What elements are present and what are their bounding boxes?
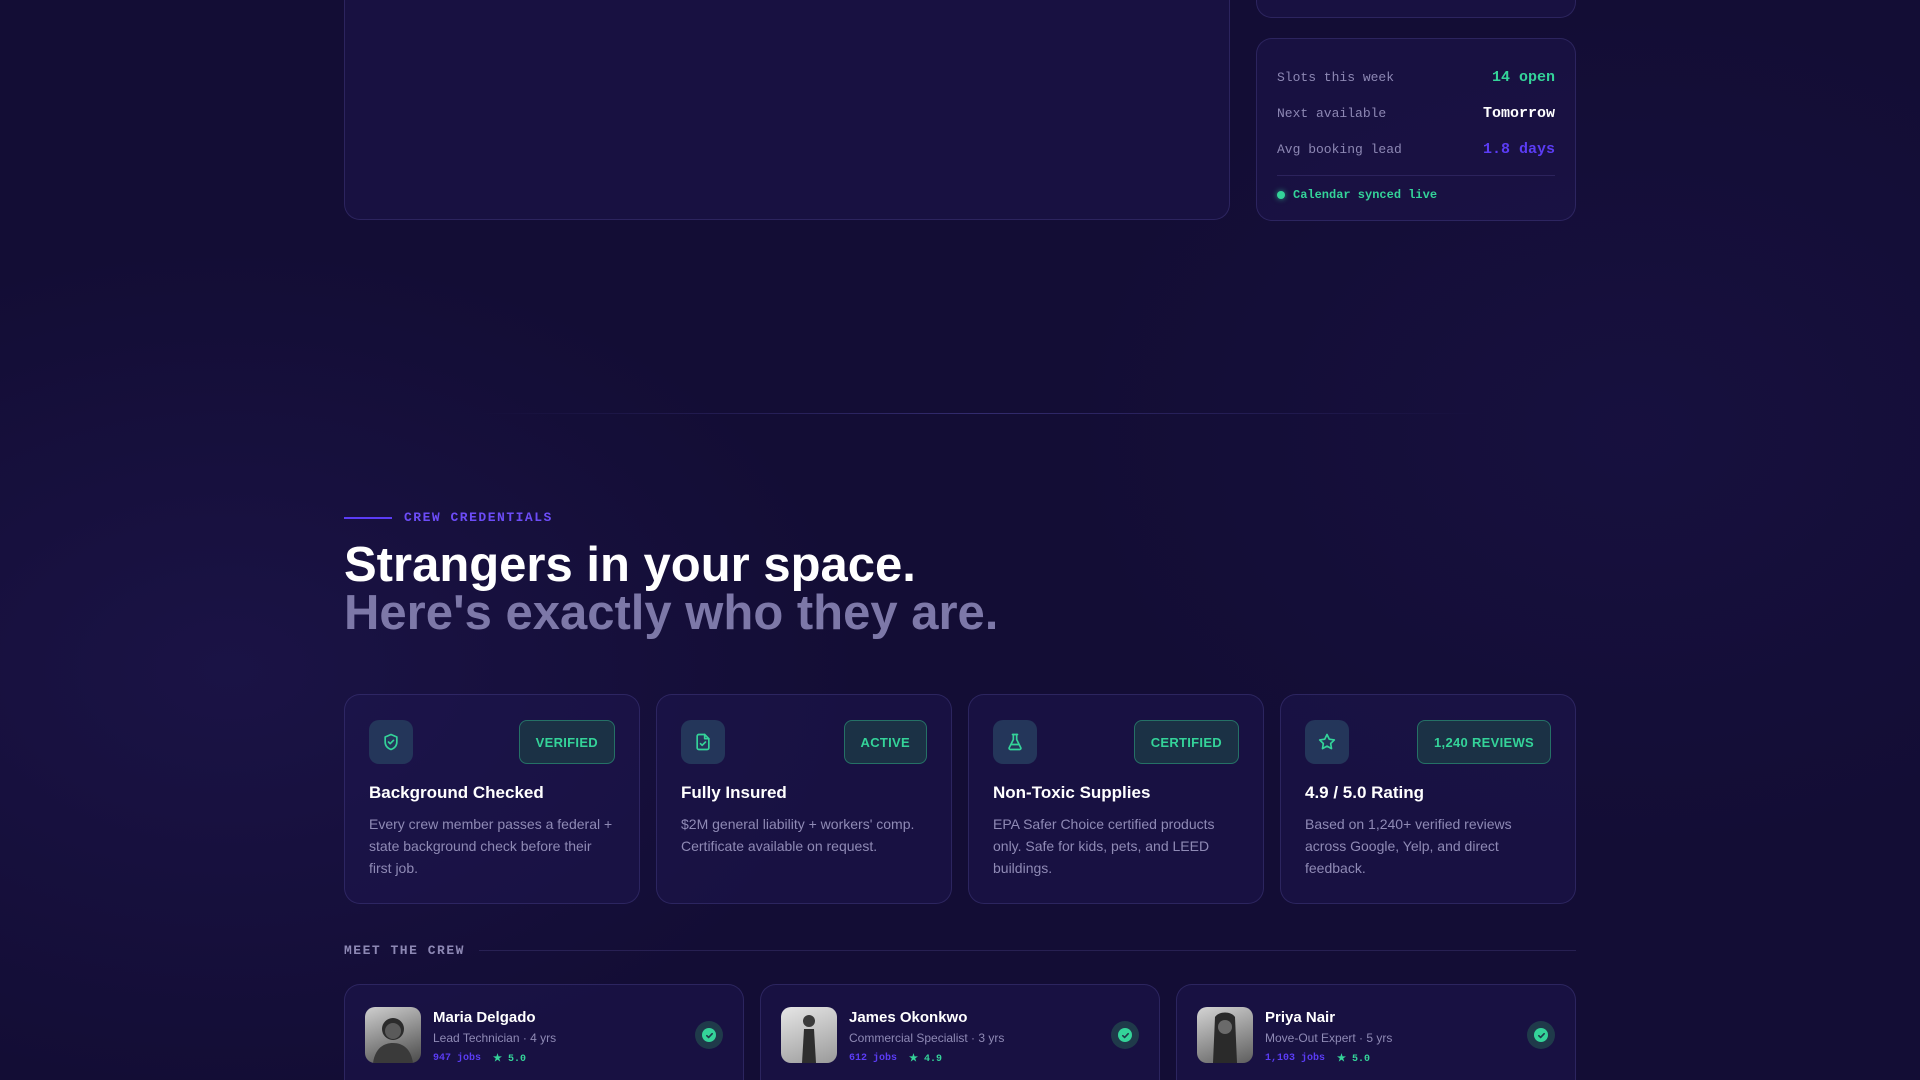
slots-this-week-row: Slots this week 14 open bbox=[1277, 59, 1555, 95]
credential-card-rating: 1,240 REVIEWS 4.9 / 5.0 Rating Based on … bbox=[1280, 694, 1576, 904]
crew-card-james[interactable]: James Okonkwo Commercial Specialist · 3 … bbox=[760, 984, 1160, 1080]
credential-card-insured: ACTIVE Fully Insured $2M general liabili… bbox=[656, 694, 952, 904]
slot-value: Tomorrow bbox=[1482, 104, 1555, 122]
next-available-row: Next available Tomorrow bbox=[1277, 95, 1555, 131]
crew-header: MEET THE CREW bbox=[344, 943, 1576, 958]
divider bbox=[1277, 175, 1555, 176]
crew-list: Maria Delgado Lead Technician · 4 yrs 94… bbox=[344, 984, 1576, 1080]
star-icon bbox=[1305, 720, 1349, 764]
credential-cards: VERIFIED Background Checked Every crew m… bbox=[344, 694, 1576, 904]
slot-label: Next available bbox=[1277, 105, 1387, 121]
crew-header-text: MEET THE CREW bbox=[344, 943, 465, 958]
slot-label: Slots this week bbox=[1277, 69, 1395, 85]
status-badge: VERIFIED bbox=[518, 720, 615, 764]
section-subheadline: Here's exactly who they are. bbox=[344, 586, 999, 640]
avg-booking-lead-row: Avg booking lead 1.8 days bbox=[1277, 131, 1555, 167]
availability-panel: Slots this week 14 open Next available T… bbox=[1256, 38, 1576, 221]
avatar bbox=[365, 1007, 421, 1063]
crew-rating: ★ 5.0 bbox=[493, 1054, 526, 1065]
calendar-sync-status: Calendar synced live bbox=[1277, 188, 1555, 202]
crew-jobs: 1,103 jobs bbox=[1265, 1053, 1326, 1064]
info-panel-stub bbox=[1256, 0, 1576, 18]
card-description: Every crew member passes a federal + sta… bbox=[369, 816, 613, 876]
crew-name: Maria Delgado bbox=[433, 1009, 536, 1026]
card-description: EPA Safer Choice certified products only… bbox=[993, 816, 1215, 876]
status-badge: 1,240 REVIEWS bbox=[1417, 720, 1551, 764]
live-dot-icon bbox=[1277, 191, 1285, 199]
document-check-icon bbox=[681, 720, 725, 764]
card-title: Fully Insured bbox=[681, 783, 787, 802]
verified-check-icon bbox=[1527, 1021, 1555, 1049]
flask-icon bbox=[993, 720, 1037, 764]
crew-role: Move-Out Expert · 5 yrs bbox=[1265, 1031, 1393, 1045]
credential-card-supplies: CERTIFIED Non-Toxic Supplies EPA Safer C… bbox=[968, 694, 1264, 904]
status-badge: CERTIFIED bbox=[1133, 720, 1239, 764]
status-badge: ACTIVE bbox=[843, 720, 927, 764]
crew-role: Commercial Specialist · 3 yrs bbox=[849, 1031, 1005, 1045]
crew-jobs: 947 jobs bbox=[433, 1053, 482, 1064]
card-description: $2M general liability + workers' comp. C… bbox=[681, 816, 915, 854]
card-title: Background Checked bbox=[369, 783, 544, 802]
shield-check-icon bbox=[369, 720, 413, 764]
section-divider bbox=[480, 413, 1480, 414]
section-eyebrow: CREW CREDENTIALS bbox=[344, 510, 553, 525]
verified-check-icon bbox=[695, 1021, 723, 1049]
verified-check-icon bbox=[1111, 1021, 1139, 1049]
card-title: Non-Toxic Supplies bbox=[993, 783, 1151, 802]
divider bbox=[478, 950, 1576, 951]
avatar bbox=[781, 1007, 837, 1063]
crew-role: Lead Technician · 4 yrs bbox=[433, 1031, 557, 1045]
credential-card-background: VERIFIED Background Checked Every crew m… bbox=[344, 694, 640, 904]
card-title: 4.9 / 5.0 Rating bbox=[1305, 783, 1425, 802]
slot-label: Avg booking lead bbox=[1277, 141, 1402, 157]
eyebrow-text: CREW CREDENTIALS bbox=[404, 510, 553, 525]
crew-name: James Okonkwo bbox=[849, 1009, 968, 1026]
card-description: Based on 1,240+ verified reviews across … bbox=[1305, 816, 1512, 876]
crew-rating: ★ 4.9 bbox=[909, 1054, 942, 1065]
live-status-text: Calendar synced live bbox=[1293, 188, 1438, 202]
preview-panel bbox=[344, 0, 1230, 220]
slot-value: 14 open bbox=[1491, 68, 1555, 86]
slot-value: 1.8 days bbox=[1482, 140, 1555, 158]
crew-card-maria[interactable]: Maria Delgado Lead Technician · 4 yrs 94… bbox=[344, 984, 744, 1080]
crew-jobs: 612 jobs bbox=[849, 1053, 898, 1064]
crew-name: Priya Nair bbox=[1265, 1009, 1336, 1026]
eyebrow-line bbox=[344, 516, 392, 519]
crew-card-priya[interactable]: Priya Nair Move-Out Expert · 5 yrs 1,103… bbox=[1176, 984, 1576, 1080]
avatar bbox=[1197, 1007, 1253, 1063]
crew-rating: ★ 5.0 bbox=[1337, 1054, 1370, 1065]
